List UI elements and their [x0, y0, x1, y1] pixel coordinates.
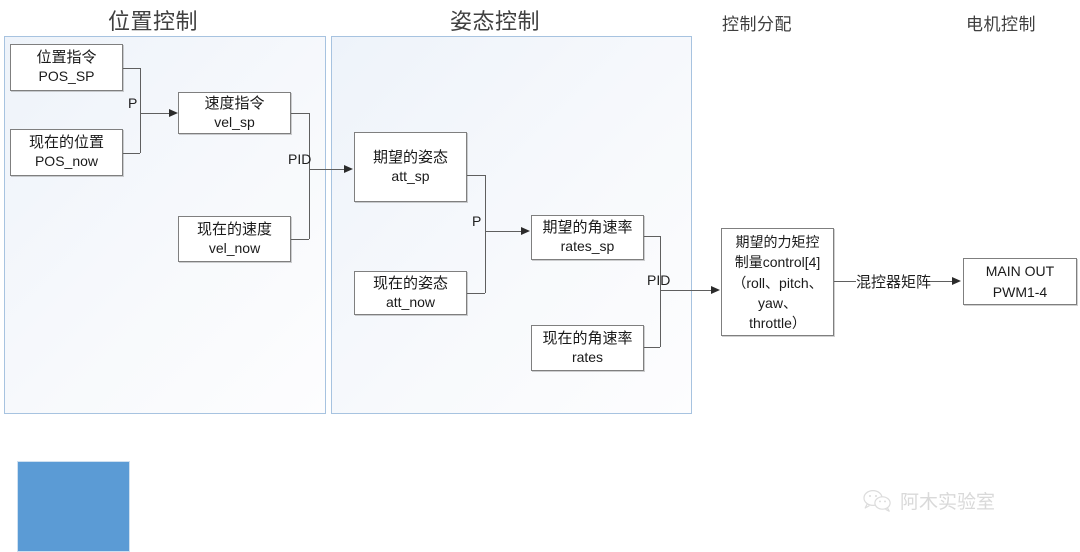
node-pos-sp[interactable]: 位置指令 POS_SP [10, 44, 123, 91]
connector-vel-sp-out [291, 113, 309, 114]
blue-block [17, 461, 130, 552]
node-att-sp[interactable]: 期望的姿态 att_sp [354, 132, 467, 202]
arrowhead-rates-sp [521, 226, 530, 235]
node-pos-now-cn: 现在的位置 [28, 134, 104, 152]
node-att-now-en: att_now [385, 293, 436, 310]
connector-pid-to-control [660, 290, 712, 291]
node-main-out-line-2: PWM1-4 [992, 283, 1048, 300]
node-main-out-line-1: MAIN OUT [985, 263, 1055, 280]
connector-rates-sp-out [644, 236, 660, 237]
section-title-attitude-control: 姿态控制 [450, 9, 541, 34]
node-rates-sp-cn: 期望的角速率 [542, 219, 633, 237]
arrowhead-main-out [952, 276, 961, 285]
connector-rates-out [644, 347, 660, 348]
connector-rates-up [660, 290, 661, 347]
node-rates-en: rates [571, 348, 604, 365]
edge-label-mixer-matrix: 混控器矩阵 [856, 274, 932, 291]
connector-att-now-up [485, 231, 486, 293]
node-att-now-cn: 现在的姿态 [372, 274, 448, 292]
node-pos-sp-en: POS_SP [38, 68, 95, 85]
node-vel-now-cn: 现在的速度 [196, 220, 272, 238]
arrowhead-vel-sp [169, 108, 178, 117]
node-pos-now-en: POS_now [34, 153, 99, 170]
node-vel-sp[interactable]: 速度指令 vel_sp [178, 92, 291, 134]
section-title-control-allocation: 控制分配 [722, 15, 792, 34]
node-pos-now[interactable]: 现在的位置 POS_now [10, 129, 123, 176]
connector-pos-now-out [123, 153, 140, 154]
edge-label-attitude-p: P [472, 213, 482, 229]
connector-vel-now-out [291, 239, 309, 240]
node-vel-sp-en: vel_sp [214, 113, 255, 130]
node-rates-cn: 现在的角速率 [542, 329, 633, 347]
watermark: 阿木实验室 [862, 487, 995, 514]
node-control-line-4: yaw、 [758, 294, 797, 311]
connector-pos-sp-out [123, 68, 140, 69]
connector-att-sp-down [485, 175, 486, 231]
connector-pid-to-att-sp [309, 169, 345, 170]
node-vel-now[interactable]: 现在的速度 vel_now [178, 216, 291, 262]
section-title-motor-control: 电机控制 [966, 15, 1036, 34]
node-att-sp-cn: 期望的姿态 [372, 148, 448, 166]
edge-label-velocity-pid: PID [288, 151, 312, 167]
connector-p-to-rates-sp [485, 231, 522, 232]
connector-pos-now-up [140, 113, 141, 153]
node-rates-sp-en: rates_sp [560, 238, 615, 255]
node-control-vector[interactable]: 期望的力矩控 制量control[4] （roll、pitch、 yaw、 th… [721, 228, 834, 336]
arrowhead-att-sp [344, 164, 353, 173]
section-title-position-control: 位置控制 [108, 9, 199, 34]
arrowhead-control [711, 285, 720, 294]
connector-att-now-out [467, 293, 485, 294]
node-control-line-2: 制量control[4] [734, 254, 821, 271]
node-vel-sp-cn: 速度指令 [204, 94, 265, 112]
connector-vel-now-up [309, 169, 310, 239]
connector-att-sp-out [467, 175, 485, 176]
node-rates-sp[interactable]: 期望的角速率 rates_sp [531, 215, 644, 260]
connector-p-to-vel-sp [140, 113, 172, 114]
node-att-sp-en: att_sp [391, 167, 430, 184]
node-control-line-1: 期望的力矩控 [735, 234, 820, 250]
node-main-out[interactable]: MAIN OUT PWM1-4 [963, 258, 1077, 305]
node-vel-now-en: vel_now [208, 239, 261, 256]
wechat-icon [862, 489, 892, 513]
watermark-label: 阿木实验室 [900, 492, 996, 513]
diagram-canvas: 位置控制 姿态控制 控制分配 电机控制 位置指令 POS_SP 现在的位置 PO… [0, 0, 1080, 552]
node-control-line-3: （roll、pitch、 [732, 274, 823, 291]
connector-control-out [834, 281, 856, 282]
node-control-line-5: throttle） [749, 315, 806, 332]
node-att-now[interactable]: 现在的姿态 att_now [354, 271, 467, 315]
connector-pos-sp-down [140, 68, 141, 113]
edge-label-position-p: P [128, 95, 138, 111]
edge-label-rate-pid: PID [647, 272, 671, 288]
node-rates[interactable]: 现在的角速率 rates [531, 325, 644, 371]
node-pos-sp-cn: 位置指令 [36, 49, 97, 67]
